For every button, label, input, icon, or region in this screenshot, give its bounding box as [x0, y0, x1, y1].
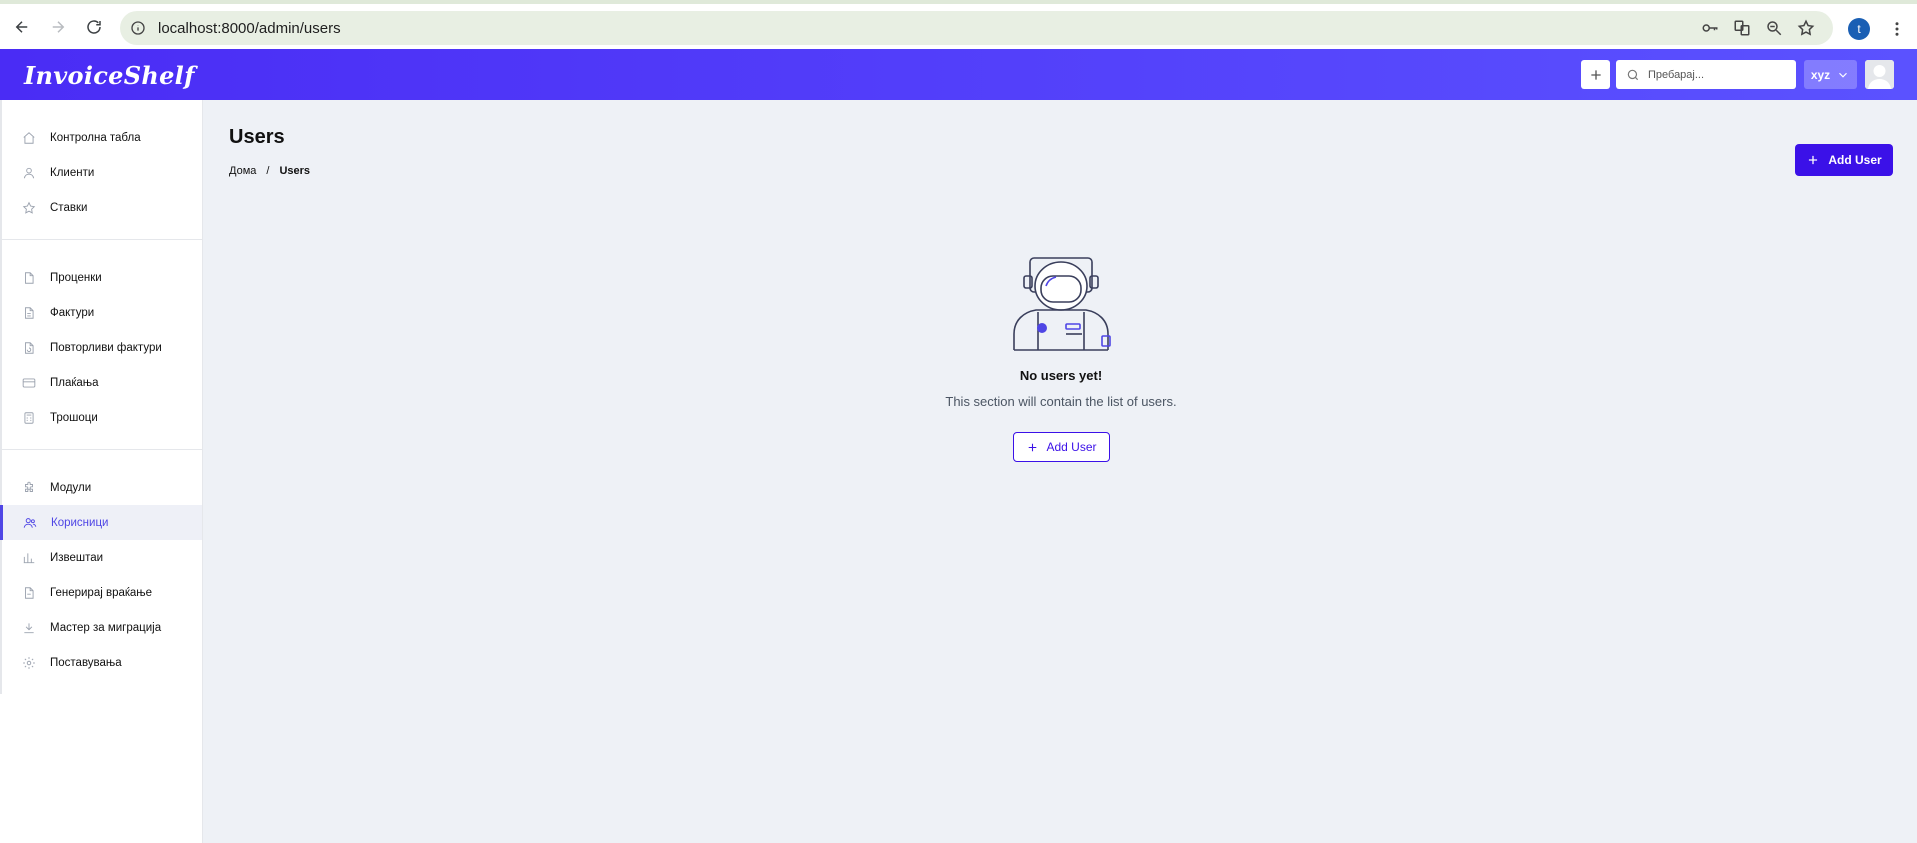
sidebar-group-admin: Модули Корисници Извештаи Генерирај враќ…: [0, 450, 202, 694]
sidebar-item-label: Модули: [50, 481, 92, 494]
browser-menu-button[interactable]: [1888, 18, 1906, 40]
breadcrumb-separator: /: [266, 165, 270, 177]
quick-create-button[interactable]: [1581, 60, 1610, 89]
user-icon: [23, 167, 35, 178]
browser-toolbar: localhost:8000/admin/users t: [0, 0, 1917, 49]
add-user-button[interactable]: Add User: [1795, 144, 1893, 176]
arrow-right-icon: [52, 20, 65, 33]
sidebar-item-users[interactable]: Корисници: [0, 505, 202, 540]
star-icon: [22, 201, 36, 214]
sidebar-item-migration-wizard[interactable]: Мастер за миграција: [2, 610, 202, 645]
sidebar-item-expenses[interactable]: Трошоци: [2, 400, 202, 435]
sidebar-item-label: Ставки: [50, 201, 88, 214]
forward-button[interactable]: [44, 13, 72, 41]
zoom-icon[interactable]: [1765, 19, 1783, 37]
key-icon[interactable]: [1701, 19, 1719, 37]
sidebar-item-invoices[interactable]: Фактури: [2, 295, 202, 330]
sidebar-group-main: Контролна табла Клиенти Ставки: [0, 100, 202, 240]
sidebar-item-label: Поставувања: [50, 656, 122, 669]
breadcrumb-home-link[interactable]: Дома: [229, 165, 256, 177]
document-return-icon: [25, 586, 34, 599]
app-logo[interactable]: InvoiceShelf: [24, 61, 195, 90]
page-title: Users: [229, 126, 285, 148]
sidebar-item-recurring-invoices[interactable]: Повторливи фактури: [2, 330, 202, 365]
sidebar-item-dashboard[interactable]: Контролна табла: [2, 120, 202, 155]
chart-bar-icon: [23, 552, 35, 563]
chevron-down-icon: [1839, 72, 1848, 78]
avatar-placeholder-icon: [1865, 60, 1894, 89]
reload-icon: [87, 19, 101, 34]
url-text[interactable]: localhost:8000/admin/users: [158, 20, 341, 37]
sidebar-item-label: Трошоци: [50, 411, 98, 424]
sidebar-item-label: Плаќања: [50, 376, 99, 389]
plus-icon: [1029, 443, 1037, 451]
cog-icon: [23, 656, 35, 669]
plus-icon: [1809, 155, 1818, 165]
download-icon: [24, 622, 34, 633]
calculator-icon: [24, 411, 34, 424]
sidebar-item-payments[interactable]: Плаќања: [2, 365, 202, 400]
sidebar-item-label: Контролна табла: [50, 131, 141, 144]
reload-button[interactable]: [80, 13, 108, 41]
add-user-button-label: Add User: [1828, 153, 1882, 167]
search-icon: [1627, 69, 1639, 80]
info-icon[interactable]: [130, 20, 146, 36]
empty-state-add-user-button[interactable]: Add User: [1013, 432, 1110, 462]
sidebar-item-settings[interactable]: Поставувања: [2, 645, 202, 680]
sidebar-item-label: Генерирај враќање: [50, 586, 153, 599]
company-name: xyz: [1810, 67, 1831, 82]
users-icon: [23, 517, 37, 528]
sidebar-item-label: Корисници: [51, 516, 109, 529]
plus-icon: [1590, 69, 1601, 80]
sidebar-item-label: Мастер за миграција: [50, 621, 162, 634]
document-text-icon: [25, 306, 34, 319]
home-icon: [23, 131, 35, 144]
astronaut-illustration: [1013, 257, 1111, 351]
sidebar-item-label: Извештаи: [50, 551, 104, 564]
arrow-left-icon: [15, 20, 28, 33]
empty-state-title: No users yet!: [1019, 368, 1103, 383]
search-input[interactable]: [1648, 68, 1788, 81]
sidebar-item-label: Клиенти: [50, 166, 95, 179]
sidebar: Контролна табла Клиенти Ставки Проценки …: [0, 100, 203, 843]
company-switcher[interactable]: xyz: [1804, 60, 1857, 89]
sidebar-item-generate-return[interactable]: Генерирај враќање: [2, 575, 202, 610]
credit-card-icon: [22, 377, 36, 388]
sidebar-item-label: Повторливи фактури: [50, 341, 162, 354]
sidebar-group-sales: Проценки Фактури Повторливи фактури Плаќ…: [0, 240, 202, 450]
sidebar-item-items[interactable]: Ставки: [2, 190, 202, 225]
sidebar-item-customers[interactable]: Клиенти: [2, 155, 202, 190]
app-header: InvoiceShelf xyz: [0, 49, 1917, 100]
puzzle-icon: [25, 481, 33, 492]
more-vertical-icon: [1895, 22, 1899, 36]
sidebar-item-estimates[interactable]: Проценки: [2, 260, 202, 295]
back-button[interactable]: [8, 13, 36, 41]
sidebar-item-label: Проценки: [50, 271, 102, 284]
sidebar-item-modules[interactable]: Модули: [2, 470, 202, 505]
breadcrumb: Дома / Users: [229, 165, 310, 177]
global-search[interactable]: [1616, 60, 1796, 89]
empty-state-add-user-label: Add User: [1046, 440, 1097, 454]
empty-state-subtitle: This section will contain the list of us…: [945, 394, 1177, 409]
user-avatar[interactable]: [1865, 60, 1894, 89]
document-repeat-icon: [25, 341, 34, 354]
bookmark-star-icon[interactable]: [1797, 19, 1815, 37]
sidebar-item-reports[interactable]: Извештаи: [2, 540, 202, 575]
document-icon: [25, 271, 34, 284]
address-bar[interactable]: localhost:8000/admin/users: [120, 11, 1833, 45]
breadcrumb-current: Users: [279, 165, 311, 177]
browser-profile-avatar[interactable]: t: [1848, 18, 1870, 40]
translate-icon[interactable]: [1733, 19, 1751, 37]
sidebar-item-label: Фактури: [50, 306, 95, 319]
